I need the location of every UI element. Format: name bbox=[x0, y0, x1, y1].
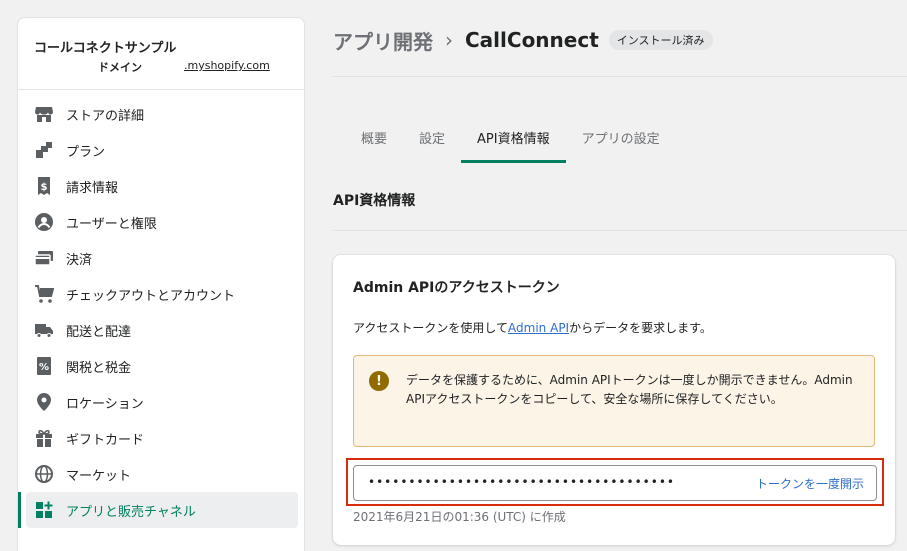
desc-text: アクセストークンを使用して bbox=[353, 321, 509, 335]
tab-api-credentials[interactable]: API資格情報 bbox=[461, 118, 566, 163]
store-info: コールコネクトサンプル ドメイン .myshopify.com bbox=[18, 18, 304, 90]
user-icon bbox=[35, 213, 53, 231]
store-domain: ドメイン .myshopify.com bbox=[34, 58, 282, 74]
sidebar-item-shipping[interactable]: 配送と配達 bbox=[26, 312, 298, 348]
sidebar-item-store-details[interactable]: ストアの詳細 bbox=[26, 96, 298, 132]
tab-bar: 概要 設定 API資格情報 アプリの設定 bbox=[345, 118, 676, 163]
tax-icon: % bbox=[37, 357, 51, 375]
sidebar-item-payments[interactable]: 決済 bbox=[26, 240, 298, 276]
sidebar-item-billing[interactable]: $ 請求情報 bbox=[26, 168, 298, 204]
sidebar-item-apps[interactable]: アプリと販売チャネル bbox=[18, 492, 298, 528]
domain-url[interactable]: .myshopify.com bbox=[184, 59, 270, 72]
truck-icon bbox=[35, 324, 53, 338]
warning-icon: ! bbox=[369, 371, 389, 391]
sidebar-item-label: ストアの詳細 bbox=[66, 108, 145, 124]
page-header: アプリ開発 › CallConnect インストール済み bbox=[333, 26, 713, 54]
sidebar-item-users[interactable]: ユーザーと権限 bbox=[26, 204, 298, 240]
plan-icon bbox=[36, 142, 52, 158]
reveal-token-button[interactable]: トークンを一度開示 bbox=[756, 475, 864, 492]
card-description: アクセストークンを使用してAdmin APIからデータを要求します。 bbox=[353, 319, 712, 336]
tab-overview[interactable]: 概要 bbox=[345, 118, 403, 163]
banner-text: データを保護するために、Admin APIトークンは一度しか開示できません。Ad… bbox=[406, 373, 853, 406]
svg-text:$: $ bbox=[41, 182, 48, 193]
settings-nav: ストアの詳細 プラン $ 請求情報 ユーザーと権限 決済 チェックアウトとアカウ… bbox=[18, 96, 304, 528]
sidebar-item-label: 関税と税金 bbox=[66, 360, 132, 376]
billing-icon: $ bbox=[38, 177, 50, 195]
tab-app-settings[interactable]: アプリの設定 bbox=[566, 118, 676, 163]
main-content: アプリ開発 › CallConnect インストール済み 概要 設定 API資格… bbox=[333, 0, 907, 551]
sidebar-item-label: チェックアウトとアカウント bbox=[66, 288, 236, 304]
sidebar-item-label: アプリと販売チャネル bbox=[66, 504, 196, 520]
access-token-field[interactable]: •••••••••••••••••••••••••••••••••••••• ト… bbox=[353, 465, 877, 501]
location-icon bbox=[37, 393, 51, 411]
divider bbox=[333, 230, 907, 231]
globe-icon bbox=[35, 465, 53, 483]
created-timestamp: 2021年6月21日の01:36 (UTC) に作成 bbox=[353, 510, 566, 524]
sidebar-item-label: マーケット bbox=[66, 468, 132, 484]
settings-sidebar: コールコネクトサンプル ドメイン .myshopify.com ストアの詳細 プ… bbox=[17, 17, 305, 551]
card-title: Admin APIのアクセストークン bbox=[353, 280, 560, 296]
sidebar-item-label: ユーザーと権限 bbox=[66, 216, 157, 232]
sidebar-item-plan[interactable]: プラン bbox=[26, 132, 298, 168]
sidebar-item-label: 決済 bbox=[66, 252, 93, 268]
apps-icon bbox=[36, 501, 53, 518]
section-title: API資格情報 bbox=[333, 193, 416, 209]
cart-icon bbox=[35, 285, 54, 303]
sidebar-item-taxes[interactable]: % 関税と税金 bbox=[26, 348, 298, 384]
gift-icon bbox=[36, 429, 52, 447]
sidebar-item-label: ギフトカード bbox=[66, 432, 145, 448]
breadcrumb-app-development[interactable]: アプリ開発 bbox=[333, 26, 433, 55]
sidebar-item-label: 請求情報 bbox=[66, 180, 119, 196]
payment-icon bbox=[34, 251, 53, 266]
sidebar-item-markets[interactable]: マーケット bbox=[26, 456, 298, 492]
sidebar-item-gift-cards[interactable]: ギフトカード bbox=[26, 420, 298, 456]
domain-label: ドメイン bbox=[98, 61, 142, 74]
chevron-right-icon: › bbox=[445, 28, 453, 52]
sidebar-item-label: ロケーション bbox=[66, 396, 144, 412]
desc-text: からデータを要求します。 bbox=[569, 321, 712, 335]
tab-settings[interactable]: 設定 bbox=[403, 118, 461, 163]
admin-api-token-card: Admin APIのアクセストークン アクセストークンを使用してAdmin AP… bbox=[333, 255, 895, 545]
divider bbox=[333, 76, 907, 77]
warning-banner: ! データを保護するために、Admin APIトークンは一度しか開示できません。… bbox=[353, 355, 875, 447]
store-name: コールコネクトサンプル bbox=[34, 41, 177, 56]
page-title: CallConnect bbox=[465, 28, 599, 52]
sidebar-item-label: プラン bbox=[66, 144, 106, 160]
sidebar-item-checkout[interactable]: チェックアウトとアカウント bbox=[26, 276, 298, 312]
sidebar-item-label: 配送と配達 bbox=[66, 324, 132, 340]
svg-text:%: % bbox=[39, 362, 49, 373]
sidebar-item-locations[interactable]: ロケーション bbox=[26, 384, 298, 420]
store-icon bbox=[35, 107, 53, 122]
active-indicator bbox=[18, 492, 21, 528]
status-badge: インストール済み bbox=[608, 30, 713, 50]
token-mask: •••••••••••••••••••••••••••••••••••••• bbox=[368, 475, 675, 489]
admin-api-link[interactable]: Admin API bbox=[508, 321, 569, 335]
